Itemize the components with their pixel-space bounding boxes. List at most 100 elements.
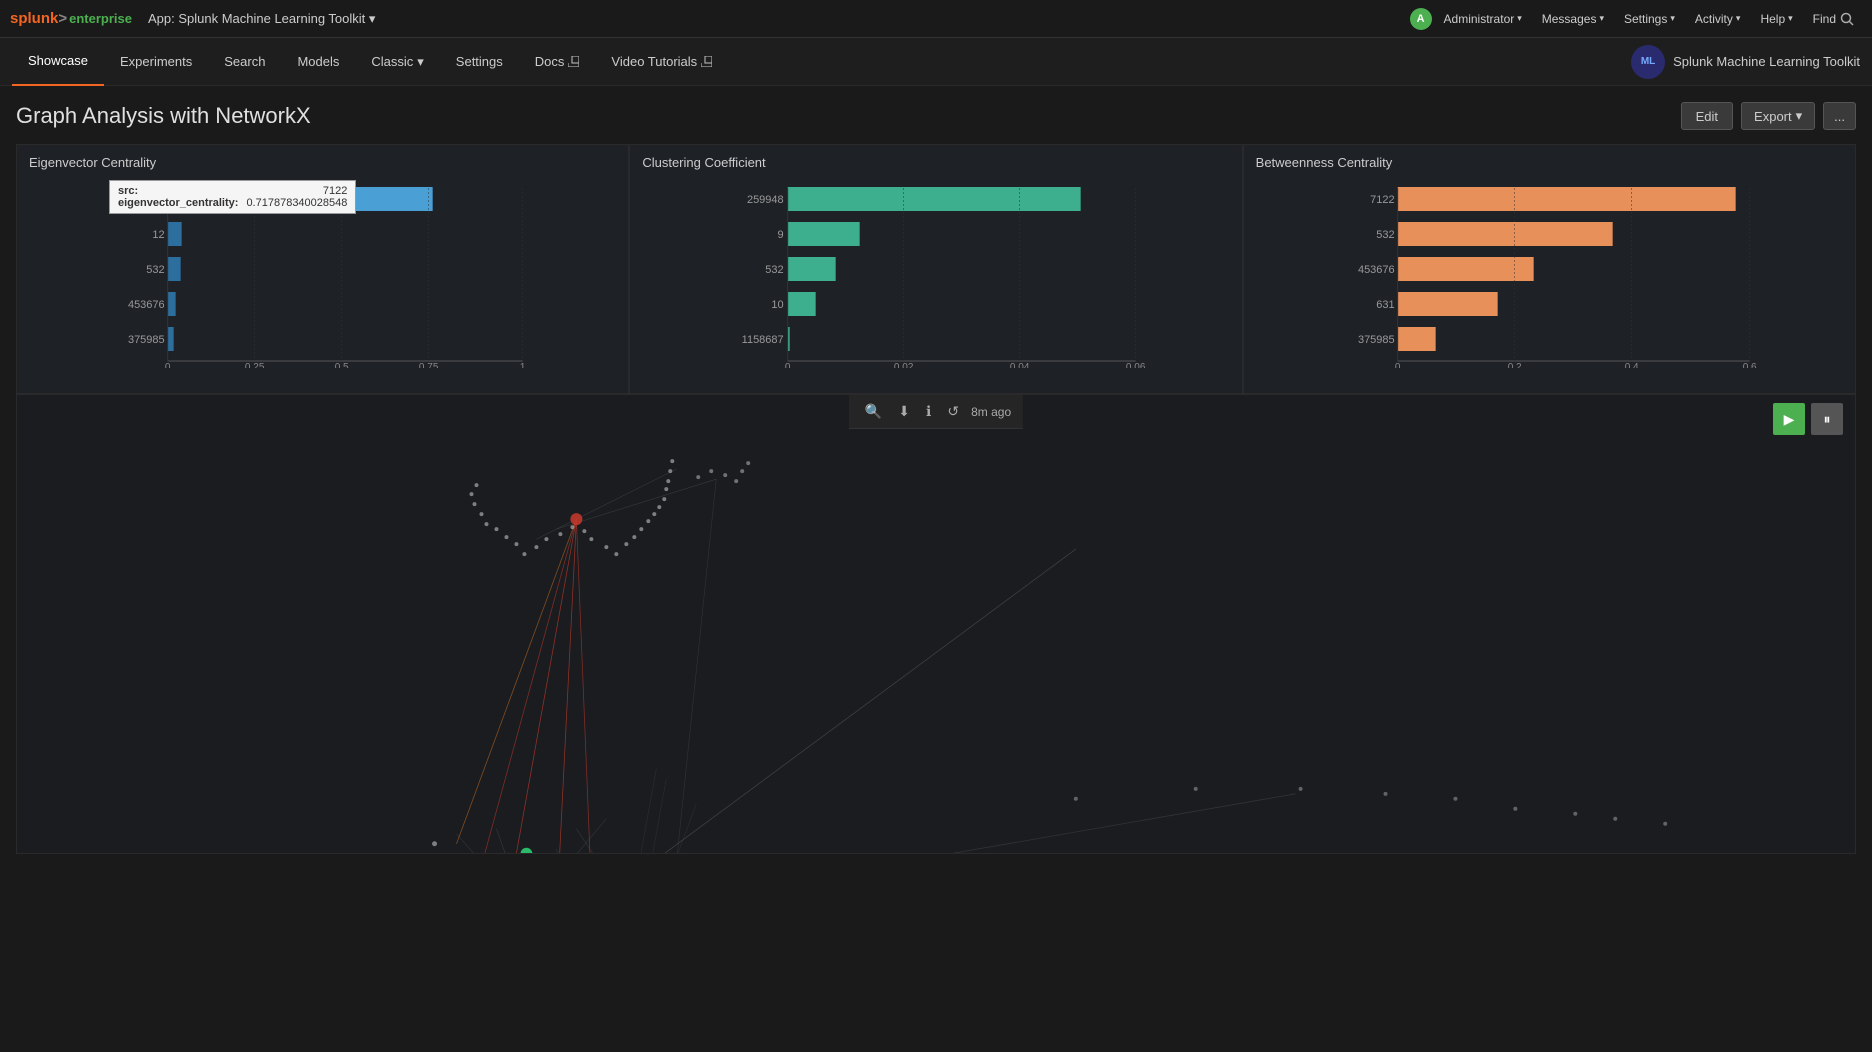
- page-header: Graph Analysis with NetworkX Edit Export…: [16, 102, 1856, 130]
- administrator-menu[interactable]: Administrator▾: [1436, 8, 1530, 30]
- nav-docs[interactable]: Docs: [519, 38, 596, 86]
- betweenness-chart-svg: 7122 532 453676 631 375985 0 0.2 0.4: [1256, 178, 1843, 368]
- page-title: Graph Analysis with NetworkX: [16, 103, 311, 129]
- export-button[interactable]: Export ▾: [1741, 102, 1815, 130]
- betweenness-chart-panel: Betweenness Centrality 7122 532 453676 6…: [1243, 144, 1856, 394]
- find-button[interactable]: Find: [1805, 8, 1862, 30]
- svg-text:0.4: 0.4: [1624, 362, 1638, 368]
- clustering-chart-title: Clustering Coefficient: [642, 155, 1229, 170]
- main-hub-node[interactable]: [570, 513, 582, 525]
- betweenness-bar-631: [1397, 292, 1497, 316]
- betweenness-chart-area: 7122 532 453676 631 375985 0 0.2 0.4: [1256, 178, 1843, 368]
- tooltip-src-value: 7122: [323, 185, 347, 197]
- activity-menu[interactable]: Activity▾: [1687, 8, 1749, 30]
- search-icon: [1840, 12, 1854, 26]
- more-button[interactable]: ...: [1823, 102, 1856, 130]
- info-icon[interactable]: ℹ: [922, 401, 935, 422]
- clustering-bar-532: [788, 257, 836, 281]
- eigenvector-bar-12: [168, 222, 182, 246]
- nav-search[interactable]: Search: [208, 38, 281, 86]
- tooltip-metric-value: 0.717878340028548: [246, 197, 347, 209]
- x-label-025: 0.25: [245, 362, 265, 368]
- eigenvector-chart-title: Eigenvector Centrality: [29, 155, 616, 170]
- clustering-bar-9: [788, 222, 860, 246]
- clustering-chart-area: 259948 9 532 10 1158687 0 0.02 0.04: [642, 178, 1229, 368]
- clustering-chart-svg: 259948 9 532 10 1158687 0 0.02 0.04: [642, 178, 1229, 368]
- y-label-375985: 375985: [128, 334, 165, 346]
- network-visualization-area: 🔍 ⬇ ℹ ↺ 8m ago ▶ ⏸: [16, 394, 1856, 854]
- svg-text:0.02: 0.02: [894, 362, 914, 368]
- admin-icon[interactable]: A: [1410, 8, 1432, 30]
- app-title: Splunk Machine Learning Toolkit: [1673, 54, 1860, 69]
- y-label-532: 532: [146, 264, 164, 276]
- tooltip-src-row: src: 7122: [118, 185, 347, 197]
- x-label-1: 1: [520, 362, 526, 368]
- page-content: Graph Analysis with NetworkX Edit Export…: [0, 86, 1872, 870]
- sec-nav-right: ML Splunk Machine Learning Toolkit: [1631, 45, 1860, 79]
- nav-showcase[interactable]: Showcase: [12, 38, 104, 86]
- svg-text:0: 0: [785, 362, 791, 368]
- cc-y-10: 10: [772, 299, 784, 311]
- betweenness-bar-7122[interactable]: [1397, 187, 1735, 211]
- refresh-icon[interactable]: ↺: [943, 401, 963, 422]
- bc-y-7122: 7122: [1370, 194, 1394, 206]
- clustering-bar-259948[interactable]: [788, 187, 1081, 211]
- betweenness-bar-532: [1397, 222, 1612, 246]
- bc-y-453676: 453676: [1358, 264, 1395, 276]
- betweenness-bar-453676: [1397, 257, 1533, 281]
- eigenvector-bar-532: [168, 257, 181, 281]
- settings-menu[interactable]: Settings▾: [1616, 8, 1683, 30]
- messages-menu[interactable]: Messages▾: [1534, 8, 1612, 30]
- nav-experiments[interactable]: Experiments: [104, 38, 208, 86]
- cc-y-1158687: 1158687: [742, 334, 784, 346]
- pause-button[interactable]: ⏸: [1811, 403, 1843, 435]
- svg-text:0.04: 0.04: [1010, 362, 1030, 368]
- bc-y-532: 532: [1376, 229, 1394, 241]
- secondary-nav: Showcase Experiments Search Models Class…: [0, 38, 1872, 86]
- cc-y-9: 9: [778, 229, 784, 241]
- y-label-453676: 453676: [128, 299, 165, 311]
- mlk-logo: ML: [1631, 45, 1665, 79]
- nav-classic[interactable]: Classic▾: [355, 38, 439, 86]
- play-button[interactable]: ▶: [1773, 403, 1805, 435]
- download-icon[interactable]: ⬇: [894, 401, 914, 422]
- external-link-icon-2: [701, 56, 712, 67]
- svg-text:0.6: 0.6: [1742, 362, 1756, 368]
- nav-video-tutorials[interactable]: Video Tutorials: [595, 38, 728, 86]
- betweenness-bar-375985: [1397, 327, 1435, 351]
- play-controls: ▶ ⏸: [1773, 403, 1843, 435]
- external-link-icon: [568, 56, 579, 67]
- x-label-0: 0: [165, 362, 171, 368]
- eigenvector-bar-453676: [168, 292, 176, 316]
- eigenvector-tooltip: src: 7122 eigenvector_centrality: 0.7178…: [109, 180, 356, 214]
- bc-y-631: 631: [1376, 299, 1394, 311]
- cc-y-532: 532: [766, 264, 784, 276]
- top-nav-items: A Administrator▾ Messages▾ Settings▾ Act…: [1410, 8, 1862, 30]
- clustering-chart-panel: Clustering Coefficient 259948 9 532 10 1…: [629, 144, 1242, 394]
- cc-y-259948: 259948: [747, 194, 784, 206]
- y-label-12: 12: [152, 229, 164, 241]
- help-menu[interactable]: Help▾: [1752, 8, 1800, 30]
- zoom-icon[interactable]: 🔍: [861, 401, 886, 422]
- eigenvector-chart-panel: Eigenvector Centrality 7122 12 532 45367…: [16, 144, 629, 394]
- x-label-075: 0.75: [419, 362, 439, 368]
- splunk-logo[interactable]: splunk>enterprise: [10, 10, 132, 27]
- betweenness-chart-title: Betweenness Centrality: [1256, 155, 1843, 170]
- top-nav-bar: splunk>enterprise App: Splunk Machine Le…: [0, 0, 1872, 38]
- splunk-text: splunk: [10, 10, 58, 27]
- nav-settings[interactable]: Settings: [440, 38, 519, 86]
- header-buttons: Edit Export ▾ ...: [1681, 102, 1856, 130]
- network-graph-svg[interactable]: 7122: [17, 395, 1855, 853]
- x-label-05: 0.5: [335, 362, 349, 368]
- edit-button[interactable]: Edit: [1681, 102, 1733, 130]
- eigenvector-chart-area: 7122 12 532 453676 375985 0 0.25: [29, 178, 616, 368]
- svg-text:0: 0: [1395, 362, 1401, 368]
- svg-text:0.2: 0.2: [1507, 362, 1521, 368]
- app-name[interactable]: App: Splunk Machine Learning Toolkit ▾: [148, 11, 375, 27]
- tooltip-metric-label: eigenvector_centrality:: [118, 197, 238, 209]
- charts-row: Eigenvector Centrality 7122 12 532 45367…: [16, 144, 1856, 394]
- eigenvector-bar-375985: [168, 327, 174, 351]
- nav-models[interactable]: Models: [281, 38, 355, 86]
- tooltip-src-label: src:: [118, 185, 138, 197]
- network-toolbar: 🔍 ⬇ ℹ ↺ 8m ago: [849, 395, 1023, 429]
